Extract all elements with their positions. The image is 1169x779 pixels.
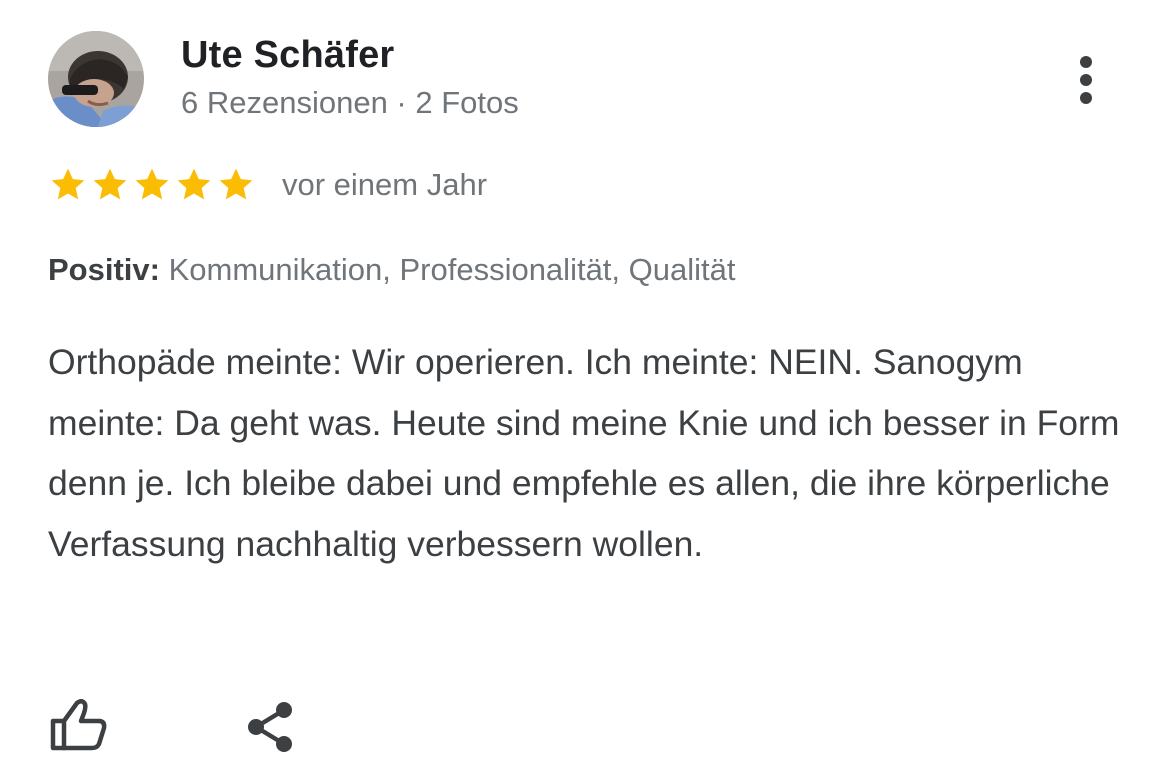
review-card: Ute Schäfer 6 Rezensionen · 2 Fotos vor … xyxy=(0,0,1169,779)
star-icon xyxy=(48,165,88,205)
rating-row: vor einem Jahr xyxy=(48,163,487,207)
like-button[interactable] xyxy=(48,697,110,753)
star-icon xyxy=(216,165,256,205)
star-icon xyxy=(90,165,130,205)
star-icon xyxy=(132,165,172,205)
review-date: vor einem Jahr xyxy=(282,167,488,202)
star-icon xyxy=(174,165,214,205)
thumb-up-icon xyxy=(50,699,107,751)
review-attributes: Positiv: Kommunikation, Professionalität… xyxy=(48,252,735,288)
more-options-button[interactable] xyxy=(1062,50,1110,110)
share-button[interactable] xyxy=(244,700,296,754)
more-vert-icon xyxy=(1080,56,1092,104)
attributes-value: Kommunikation, Professionalität, Qualitä… xyxy=(168,252,736,287)
share-icon xyxy=(248,702,292,752)
attributes-label: Positiv: xyxy=(48,252,160,287)
star-rating xyxy=(48,165,258,205)
reviewer-meta: 6 Rezensionen · 2 Fotos xyxy=(181,85,519,120)
avatar-photo-icon xyxy=(48,31,144,127)
reviewer-avatar[interactable] xyxy=(48,31,144,127)
review-text: Orthopäde meinte: Wir operieren. Ich mei… xyxy=(48,342,1120,564)
reviewer-name[interactable]: Ute Schäfer xyxy=(181,34,394,77)
